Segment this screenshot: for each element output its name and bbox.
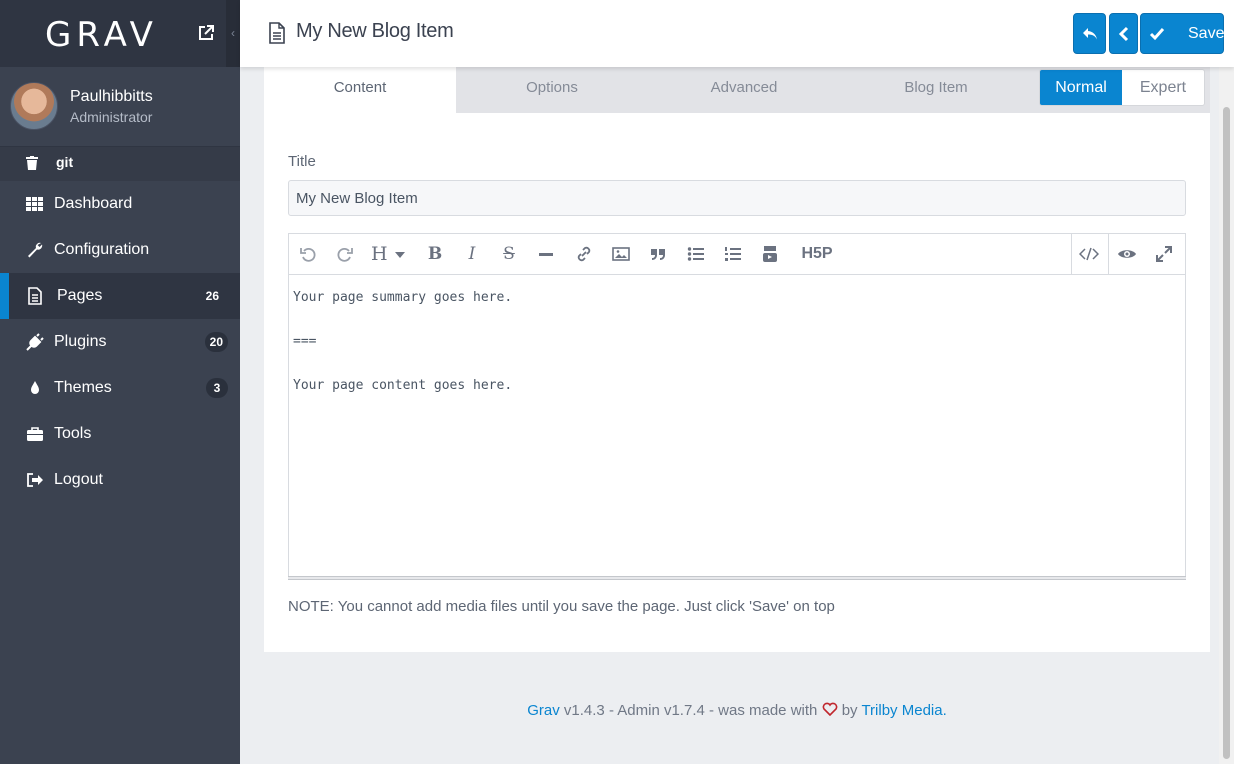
h5p-button[interactable]: H5P	[797, 244, 837, 264]
count-badge: 20	[204, 332, 228, 352]
horizontal-rule-icon[interactable]	[535, 244, 557, 264]
youtube-icon[interactable]	[759, 244, 781, 264]
editor-toolbar: H B I S H5P	[289, 234, 1185, 275]
fullscreen-icon[interactable]	[1153, 244, 1175, 264]
scrollbar-thumb[interactable]	[1223, 107, 1230, 759]
title-label: Title	[288, 153, 316, 170]
code-icon[interactable]	[1078, 244, 1100, 264]
git-sync-item[interactable]: git	[0, 147, 240, 181]
grav-link[interactable]: Grav	[527, 702, 560, 719]
sidebar-item-label: Pages	[57, 287, 103, 304]
count-badge: 26	[205, 289, 219, 303]
wrench-icon	[26, 241, 44, 259]
editor-line: ===	[293, 334, 317, 349]
sidebar-item-tools[interactable]: Tools	[0, 411, 240, 457]
sidebar-item-label: Themes	[54, 379, 112, 396]
markdown-editor: H B I S H5P Your page summary goes here.…	[288, 233, 1186, 580]
drop-icon	[26, 379, 44, 397]
footer: Grav v1.4.3 - Admin v1.7.4 - was made wi…	[240, 702, 1234, 719]
toolbar-divider	[1108, 234, 1109, 274]
sign-out-icon	[26, 471, 44, 489]
back-button[interactable]	[1073, 13, 1106, 54]
page-header: My New Blog Item Save	[240, 0, 1234, 67]
redo-icon[interactable]	[334, 244, 356, 264]
grav-logo[interactable]: GRAV	[45, 15, 158, 55]
sidebar: GRAV ‹ Paulhibbitts Administrator git Da…	[0, 0, 240, 764]
image-icon[interactable]	[610, 244, 632, 264]
link-icon[interactable]	[573, 244, 595, 264]
strikethrough-icon[interactable]: S	[498, 244, 520, 264]
normal-mode-button[interactable]: Normal	[1040, 70, 1122, 105]
sidebar-nav: Dashboard Configuration Pages 26 Plugins…	[0, 181, 240, 503]
editor-resize-handle[interactable]	[288, 576, 1186, 580]
sidebar-item-pages[interactable]: Pages 26	[0, 273, 240, 319]
user-info: Paulhibbitts Administrator	[0, 67, 240, 147]
sidebar-item-label: Logout	[54, 471, 103, 488]
tab-blog-item[interactable]: Blog Item	[840, 67, 1032, 113]
quote-icon[interactable]	[647, 244, 669, 264]
tab-content[interactable]: Content	[264, 67, 456, 113]
page-editor-card: Content Options Advanced Blog Item Norma…	[264, 67, 1210, 652]
bold-icon[interactable]: B	[424, 244, 446, 264]
media-note: NOTE: You cannot add media files until y…	[288, 598, 835, 615]
italic-icon[interactable]: I	[461, 244, 483, 264]
briefcase-icon	[26, 425, 44, 443]
tab-options[interactable]: Options	[456, 67, 648, 113]
logo-bar: GRAV ‹	[0, 0, 240, 67]
toolbar-divider	[1071, 234, 1072, 274]
editor-tabs: Content Options Advanced Blog Item Norma…	[264, 67, 1210, 113]
user-name[interactable]: Paulhibbitts	[70, 88, 153, 106]
trash-icon	[26, 156, 38, 170]
document-icon	[268, 22, 286, 44]
grid-icon	[26, 195, 44, 213]
heart-icon	[822, 702, 838, 717]
file-icon	[26, 287, 44, 305]
user-role: Administrator	[70, 109, 153, 125]
editor-textarea[interactable]: Your page summary goes here. === Your pa…	[289, 275, 1185, 573]
sidebar-item-label: Tools	[54, 425, 92, 442]
undo-icon[interactable]	[297, 244, 319, 264]
preview-eye-icon[interactable]	[1116, 244, 1138, 264]
title-input[interactable]	[288, 180, 1186, 216]
count-badge: 3	[206, 378, 228, 398]
sidebar-item-configuration[interactable]: Configuration	[0, 227, 240, 273]
tab-advanced[interactable]: Advanced	[648, 67, 840, 113]
save-button-label: Save	[1188, 25, 1225, 42]
external-link-icon[interactable]	[197, 24, 215, 42]
footer-by-text: by	[837, 702, 862, 719]
plug-icon	[26, 333, 44, 351]
heading-icon: H	[371, 243, 388, 265]
expert-mode-button[interactable]: Expert	[1122, 70, 1204, 105]
sidebar-item-themes[interactable]: Themes 3	[0, 365, 240, 411]
sidebar-item-label: Plugins	[54, 333, 107, 350]
page-scrollbar[interactable]	[1219, 67, 1234, 764]
heading-dropdown[interactable]: H	[371, 244, 411, 264]
mode-toggle: Normal Expert	[1039, 69, 1205, 106]
bulleted-list-icon[interactable]	[685, 244, 707, 264]
previous-button[interactable]	[1109, 13, 1138, 54]
sidebar-item-logout[interactable]: Logout	[0, 457, 240, 503]
editor-line: Your page content goes here.	[293, 378, 513, 393]
sidebar-item-label: Configuration	[54, 241, 150, 258]
sidebar-item-plugins[interactable]: Plugins 20	[0, 319, 240, 365]
footer-version-text: v1.4.3 - Admin v1.7.4 - was made with	[559, 702, 822, 719]
collapse-sidebar-handle[interactable]: ‹	[226, 0, 240, 67]
page-title: My New Blog Item	[296, 20, 454, 42]
editor-line: Your page summary goes here.	[293, 290, 513, 305]
save-button[interactable]: Save	[1140, 13, 1224, 54]
numbered-list-icon[interactable]	[722, 244, 744, 264]
git-label: git	[56, 154, 74, 170]
sidebar-item-dashboard[interactable]: Dashboard	[0, 181, 240, 227]
avatar[interactable]	[10, 82, 58, 130]
sidebar-item-label: Dashboard	[54, 195, 133, 212]
trilby-media-link[interactable]: Trilby Media.	[861, 702, 946, 719]
